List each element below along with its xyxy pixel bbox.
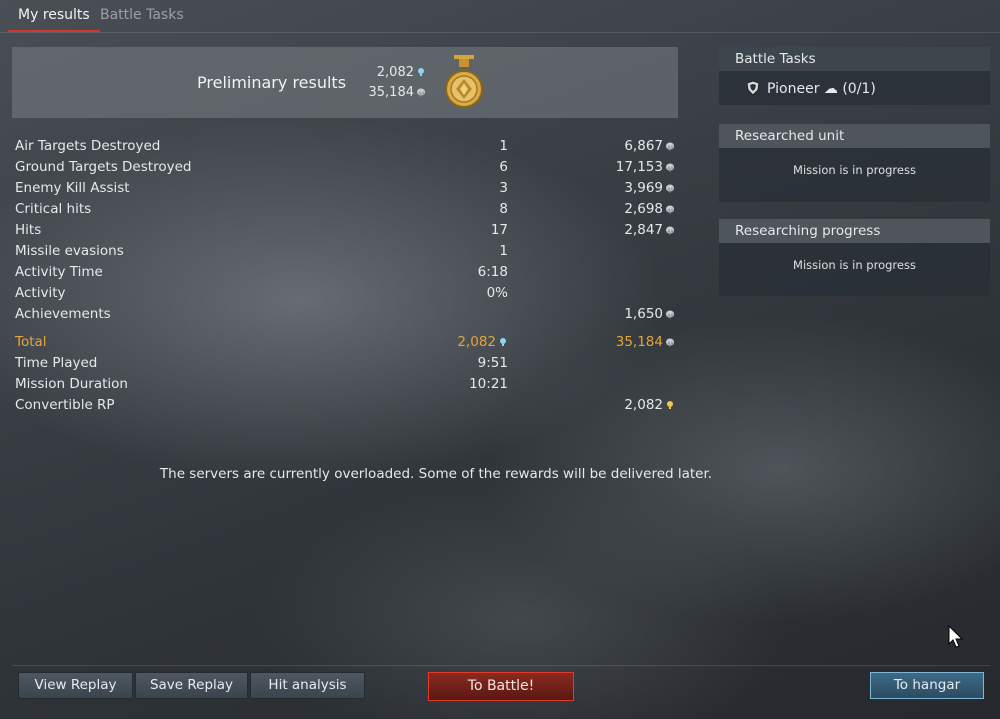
researched-unit-message: Mission is in progress [793, 163, 916, 177]
battle-tasks-title: Battle Tasks [719, 47, 990, 71]
to-battle-button[interactable]: To Battle! [428, 672, 574, 701]
silver-lions-icon [666, 205, 674, 214]
save-replay-button[interactable]: Save Replay [135, 672, 248, 699]
stat-reward-value: 2,698 [624, 201, 663, 217]
stat-label: Mission Duration [15, 376, 128, 392]
stat-reward: 17,153 [555, 157, 675, 178]
total-sl-value: 35,184 [615, 334, 663, 350]
table-row: Time Played 9:51 [15, 353, 680, 374]
researched-unit-title: Researched unit [719, 124, 990, 148]
stat-count: 9:51 [477, 355, 508, 371]
tab-my-results[interactable]: My results [8, 0, 100, 32]
stat-reward: 6,867 [555, 136, 675, 157]
stat-count: 1 [499, 138, 508, 154]
researching-progress-message: Mission is in progress [793, 258, 916, 272]
view-replay-button[interactable]: View Replay [18, 672, 133, 699]
stat-label: Achievements [15, 306, 111, 322]
table-row: Mission Duration 10:21 [15, 374, 680, 395]
stat-reward: 1,650 [555, 304, 675, 325]
shield-icon [746, 80, 760, 96]
stat-label: Hits [15, 222, 42, 238]
silver-lions-icon [666, 338, 674, 347]
total-rp-value: 2,082 [457, 334, 496, 350]
stat-count: 17 [490, 222, 508, 238]
tab-bar: My results Battle Tasks [0, 0, 1000, 33]
preliminary-rp: 2,082 [342, 65, 426, 80]
preliminary-sl: 35,184 [342, 85, 426, 100]
stat-label: Ground Targets Destroyed [15, 159, 192, 175]
silver-lions-icon [666, 310, 674, 319]
total-label: Total [15, 334, 47, 350]
silver-lions-icon [666, 184, 674, 193]
research-bulb-icon [418, 68, 424, 76]
table-row: Ground Targets Destroyed 6 17,153 [15, 157, 680, 178]
tab-battle-tasks[interactable]: Battle Tasks [90, 0, 194, 30]
stat-label: Activity [15, 285, 66, 301]
server-notice: The servers are currently overloaded. So… [159, 466, 713, 482]
researching-progress-panel: Researching progress Mission is in progr… [719, 219, 990, 296]
silver-lions-icon [666, 163, 674, 172]
preliminary-sl-value: 35,184 [368, 85, 415, 100]
stat-reward: 2,847 [555, 220, 675, 241]
table-row: Activity Time 6:18 [15, 262, 680, 283]
stat-label: Missile evasions [15, 243, 124, 259]
mouse-cursor-icon [948, 625, 964, 648]
researching-progress-title: Researching progress [719, 219, 990, 243]
convertible-rp: 2,082 [555, 395, 675, 416]
table-row: Hits 17 2,847 [15, 220, 680, 241]
stat-reward-value: 3,969 [624, 180, 663, 196]
stat-count: 3 [499, 180, 508, 196]
stat-count: 0% [486, 285, 508, 301]
stat-count: 10:21 [469, 376, 508, 392]
silver-lions-icon [417, 88, 425, 97]
stat-count: 6 [499, 159, 508, 175]
stat-reward: 2,698 [555, 199, 675, 220]
stat-label: Convertible RP [15, 397, 115, 413]
convertible-rp-bulb-icon [667, 401, 673, 409]
table-row: Activity 0% [15, 283, 680, 304]
stat-label: Air Targets Destroyed [15, 138, 161, 154]
stat-label: Critical hits [15, 201, 92, 217]
table-row: Enemy Kill Assist 3 3,969 [15, 178, 680, 199]
stat-reward-value: 6,867 [624, 138, 663, 154]
stat-count: 1 [499, 243, 508, 259]
stat-count: 6:18 [477, 264, 508, 280]
stat-label: Time Played [15, 355, 98, 371]
task-label: Pioneer ☁ (0/1) [767, 81, 876, 97]
total-rp: 2,082 [415, 332, 508, 353]
total-row: Total 2,082 35,184 [15, 332, 680, 353]
research-bulb-icon [500, 338, 506, 346]
results-table: Air Targets Destroyed 1 6,867 Ground Tar… [15, 136, 680, 416]
total-sl: 35,184 [555, 332, 675, 353]
medal-icon [445, 55, 483, 108]
stat-reward-value: 1,650 [624, 306, 663, 322]
table-row: Critical hits 8 2,698 [15, 199, 680, 220]
convertible-rp-row: Convertible RP 2,082 [15, 395, 680, 416]
battle-tasks-panel: Battle Tasks Pioneer ☁ (0/1) [719, 47, 990, 105]
hit-analysis-button[interactable]: Hit analysis [250, 672, 365, 699]
silver-lions-icon [666, 226, 674, 235]
task-item[interactable]: Pioneer ☁ (0/1) [745, 80, 876, 97]
convertible-rp-value: 2,082 [624, 397, 663, 413]
table-row: Achievements 1,650 [15, 304, 680, 325]
researched-unit-panel: Researched unit Mission is in progress [719, 124, 990, 202]
to-hangar-button[interactable]: To hangar [870, 672, 984, 699]
stat-reward: 3,969 [555, 178, 675, 199]
table-row: Missile evasions 1 [15, 241, 680, 262]
preliminary-results-title: Preliminary results [197, 73, 347, 92]
stat-reward-value: 2,847 [624, 222, 663, 238]
stat-reward-value: 17,153 [615, 159, 663, 175]
table-row: Air Targets Destroyed 1 6,867 [15, 136, 680, 157]
stat-label: Enemy Kill Assist [15, 180, 130, 196]
preliminary-results-header: Preliminary results 2,082 35,184 [12, 47, 678, 118]
stat-count: 8 [499, 201, 508, 217]
preliminary-rp-value: 2,082 [376, 65, 414, 80]
silver-lions-icon [666, 142, 674, 151]
footer-divider [12, 665, 990, 666]
stat-label: Activity Time [15, 264, 103, 280]
